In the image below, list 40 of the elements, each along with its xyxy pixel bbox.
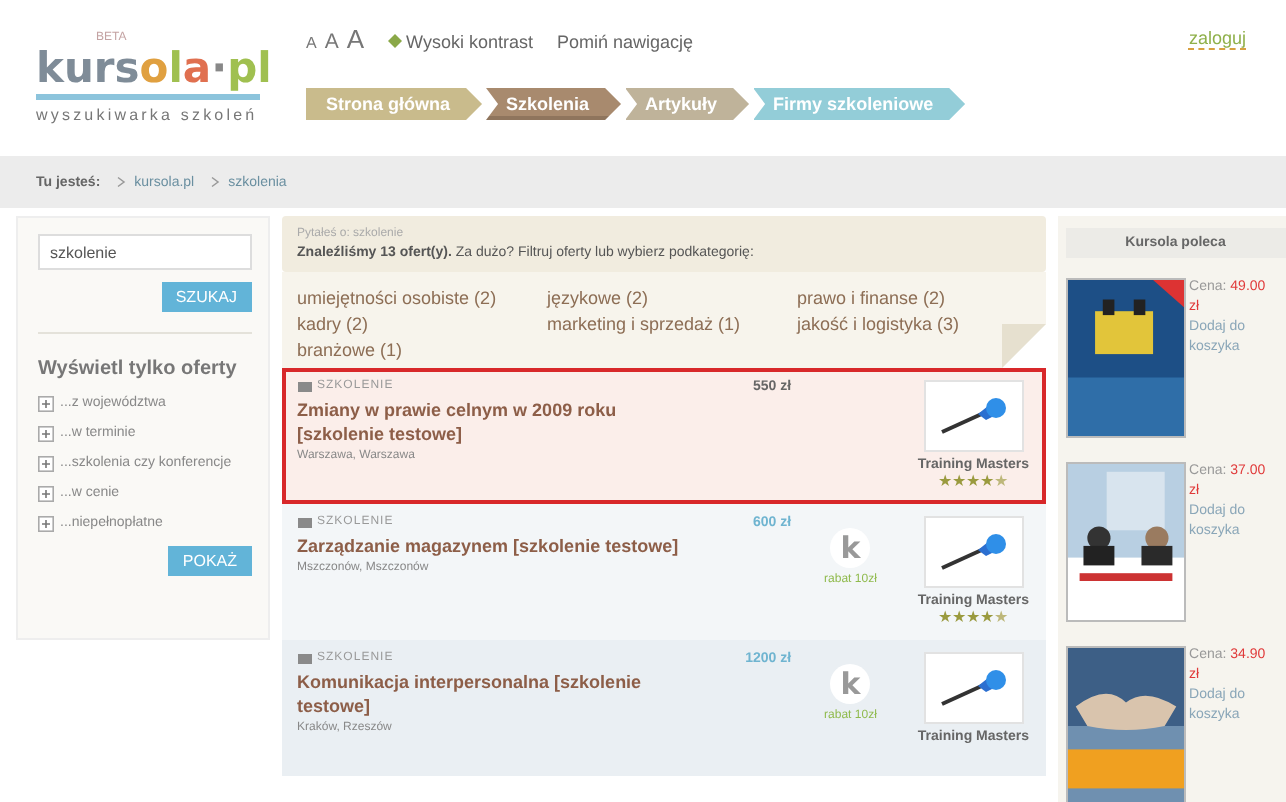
show-button[interactable]: POKAŻ: [168, 546, 252, 576]
category-link[interactable]: prawo i finanse (2): [797, 288, 960, 308]
company-logo[interactable]: [923, 516, 1024, 588]
tag-icon: [297, 653, 312, 663]
result-title-link[interactable]: Zarządzanie magazynem [szkolenie testowe]: [297, 534, 693, 558]
filter-heading: Wyświetl tylko oferty: [38, 358, 239, 380]
category-link[interactable]: językowe (2): [547, 288, 798, 308]
font-size-button[interactable]: A: [306, 34, 317, 52]
discount-badge: k: [830, 528, 871, 568]
result-title-link[interactable]: Komunikacja interpersonalna [szkolenie testowe]: [297, 670, 693, 718]
category-link[interactable]: jakość i logistyka (3): [797, 314, 960, 334]
tag-icon: [297, 381, 312, 391]
logo-tagline: wyszukiwarka szkoleń: [36, 106, 258, 124]
accessibility-link[interactable]: Pomiń nawigację: [556, 32, 694, 52]
font-size-button[interactable]: A: [346, 24, 365, 54]
chevron-icon: [116, 176, 127, 188]
diamond-icon: [388, 34, 403, 48]
dart-icon: [937, 666, 1010, 710]
discount-badge: k: [830, 664, 871, 704]
page-fold-icon: [1001, 324, 1046, 368]
font-size-button[interactable]: A: [324, 30, 339, 54]
tag-icon: [297, 517, 312, 527]
logo-wordmark[interactable]: kursola·pl: [36, 44, 272, 92]
nav-tab[interactable]: Szkolenia: [486, 88, 622, 120]
category-link[interactable]: umiejętności osobiste (2): [297, 288, 548, 308]
star-rating: ★★★★★: [938, 472, 1009, 490]
category-link[interactable]: marketing i sprzedaż (1): [547, 314, 798, 334]
search-button[interactable]: SZUKAJ: [161, 282, 252, 312]
login-link[interactable]: zaloguj: [1188, 28, 1246, 50]
star-rating: ★★★★★: [938, 608, 1009, 626]
category-link[interactable]: kadry (2): [297, 314, 548, 334]
search-field[interactable]: szkolenie: [38, 234, 252, 270]
dart-icon: [937, 530, 1010, 574]
category-link[interactable]: branżowe (1): [297, 340, 548, 360]
company-logo[interactable]: [923, 652, 1024, 724]
dart-icon: [937, 394, 1010, 438]
chevron-icon: [210, 176, 221, 188]
accessibility-link[interactable]: Wysoki kontrast: [406, 31, 533, 51]
company-logo[interactable]: [923, 380, 1024, 452]
result-title-link[interactable]: Zmiany w prawie celnym w 2009 roku [szkolenie testowe]: [297, 398, 693, 446]
